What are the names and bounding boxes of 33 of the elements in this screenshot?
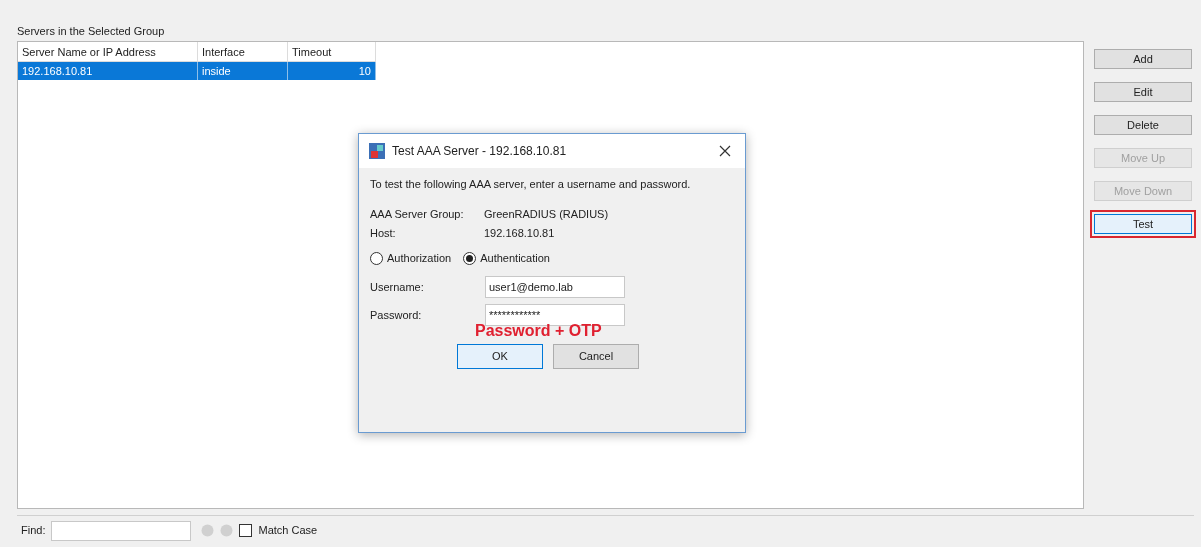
info-label: AAA Server Group: — [370, 207, 465, 223]
find-field[interactable] — [51, 520, 192, 541]
info-value: 192.168.10.81 — [484, 226, 555, 242]
table-cell: 192.168.10.81 — [18, 62, 198, 80]
text-field[interactable]: user1@demo.lab — [485, 276, 625, 298]
find-label: Find: — [21, 523, 46, 539]
info-label: Host: — [370, 226, 397, 242]
dialog-title: Test AAA Server - 192.168.10.81 — [392, 143, 567, 160]
column-header[interactable]: Interface — [198, 42, 288, 62]
side-button[interactable]: Delete — [1094, 115, 1192, 135]
column-header[interactable]: Server Name or IP Address — [18, 42, 198, 62]
radio-button[interactable] — [370, 251, 383, 265]
side-button[interactable]: Add — [1094, 49, 1192, 69]
close-icon[interactable] — [719, 145, 731, 157]
app-icon — [369, 143, 385, 159]
field-label: Username: — [370, 279, 425, 295]
radio-label: Authorization — [387, 250, 452, 266]
match-case-label: Match Case — [258, 523, 318, 539]
dialog-button[interactable]: OK — [457, 344, 543, 369]
side-button[interactable]: Test — [1094, 214, 1192, 234]
panel-title: Servers in the Selected Group — [17, 24, 166, 39]
table-cell: 10 — [288, 62, 376, 80]
side-button[interactable]: Edit — [1094, 82, 1192, 102]
match-case-checkbox[interactable] — [239, 524, 253, 537]
table-row[interactable]: 192.168.10.81 inside 10 — [18, 62, 376, 80]
intro-text: To test the following AAA server, enter a username and password. — [370, 177, 692, 191]
info-value: GreenRADIUS (RADIUS) — [484, 207, 609, 223]
field-label: Password: — [370, 307, 423, 323]
table-cell: inside — [198, 62, 288, 80]
radio-button[interactable] — [463, 251, 477, 265]
dialog-button[interactable]: Cancel — [553, 344, 639, 369]
radio-label: Authentication — [480, 250, 550, 266]
column-header[interactable]: Timeout — [288, 42, 376, 62]
